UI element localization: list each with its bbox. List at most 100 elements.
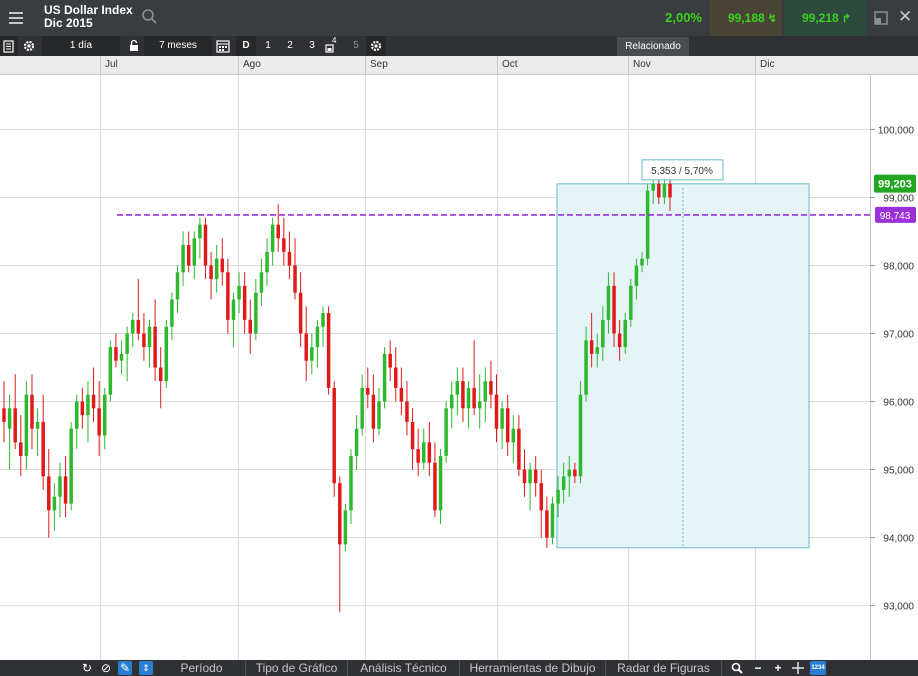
level-price-badge: 98,743 <box>875 206 916 223</box>
candle-body <box>444 408 448 456</box>
candle-body <box>394 367 398 388</box>
candle <box>220 238 225 286</box>
search-icon[interactable] <box>140 7 160 27</box>
candle-body <box>248 319 253 334</box>
candle <box>287 231 292 280</box>
lock-icon[interactable] <box>126 36 142 56</box>
tab-period[interactable]: Período <box>158 660 246 676</box>
candle-body <box>321 313 325 327</box>
price-tick-label: 93,000 <box>883 602 914 613</box>
zoom-in-icon[interactable]: + <box>771 661 785 675</box>
candle-body <box>41 421 45 477</box>
candle-body <box>612 285 616 334</box>
candle-body <box>421 442 426 463</box>
settings-gear-icon[interactable] <box>20 36 38 56</box>
candle-body <box>214 258 219 280</box>
view-5-button[interactable]: 5 <box>346 36 366 56</box>
month-tick <box>238 56 239 75</box>
candle <box>438 449 443 524</box>
candle <box>578 381 583 484</box>
sell-price-button[interactable]: 99,188 ↯ <box>710 0 782 36</box>
list-icon[interactable] <box>0 36 18 56</box>
buy-price-button[interactable]: 99,218 ↱ <box>784 0 866 36</box>
tab-technical-analysis[interactable]: Análisis Técnico <box>348 660 460 676</box>
candle <box>360 374 364 436</box>
candle-body <box>298 292 303 334</box>
candle <box>158 347 163 409</box>
candle-body <box>410 421 415 450</box>
candle-body <box>220 258 225 273</box>
up-down-arrows-icon[interactable]: ⇕ <box>139 661 153 675</box>
date-axis: Jul Ago Sep Oct Nov Dic <box>0 56 918 75</box>
zoom-out-icon[interactable]: − <box>751 661 765 675</box>
related-button[interactable]: Relacionado <box>617 37 689 56</box>
candle <box>388 340 392 382</box>
pencil-icon[interactable]: ✎ <box>118 661 132 675</box>
candle <box>153 299 157 382</box>
candle <box>136 279 141 341</box>
chart-window: US Dollar Index Dic 2015 2,00% 99,188 ↯ 9… <box>0 0 918 676</box>
candle-body <box>2 408 6 422</box>
candle <box>41 394 45 490</box>
candle-body <box>668 183 672 198</box>
chart-toolbar: 1 día 7 meses D 1 2 3 4 5 Relacionado <box>0 36 918 56</box>
candle <box>427 421 432 477</box>
tab-drawing-tools[interactable]: Herramientas de Dibujo <box>460 660 606 676</box>
data-counter-icon[interactable]: 1234 <box>810 661 826 675</box>
detach-window-icon[interactable] <box>872 9 890 27</box>
candle-body <box>371 394 376 429</box>
candle-body <box>645 190 650 259</box>
candle-body <box>455 381 460 395</box>
month-tick <box>628 56 629 75</box>
candle-body <box>315 326 320 348</box>
view-1-button[interactable]: 1 <box>258 36 278 56</box>
candle <box>466 381 471 429</box>
candle-body <box>80 401 85 416</box>
candle-body <box>158 367 163 382</box>
candle <box>231 292 236 348</box>
chart-settings-gear-icon[interactable] <box>366 36 386 56</box>
candle-body <box>259 272 264 293</box>
refresh-icon[interactable]: ↻ <box>80 661 94 675</box>
candle <box>505 394 510 456</box>
calendar-icon[interactable] <box>214 36 232 56</box>
candle <box>69 421 73 511</box>
candle-body <box>539 483 544 511</box>
view-3-button[interactable]: 3 <box>302 36 322 56</box>
price-tick-label: 98,000 <box>883 261 914 272</box>
no-entry-icon[interactable]: ⊘ <box>99 661 113 675</box>
view-d-button[interactable]: D <box>236 36 256 56</box>
candle <box>545 496 549 548</box>
candle <box>63 455 68 518</box>
current-price-badge: 99,203 <box>874 174 916 193</box>
candle-body <box>511 428 516 443</box>
candle-body <box>326 313 331 388</box>
candle <box>500 401 504 450</box>
tab-chart-type[interactable]: Tipo de Gráfico <box>246 660 348 676</box>
candle-body <box>399 387 404 402</box>
candle-body <box>47 476 51 511</box>
view-4-button[interactable]: 4 <box>324 36 342 56</box>
instrument-title: US Dollar Index Dic 2015 <box>44 4 133 30</box>
buy-price: 99,218 <box>802 11 839 25</box>
price-chart[interactable]: 5,353 / 5,70% 100,000 99,000 98,000 97,000 9… <box>0 75 918 660</box>
candle <box>24 381 29 470</box>
candle <box>130 313 135 348</box>
candle-body <box>466 387 471 409</box>
hamburger-menu-icon[interactable] <box>0 0 32 36</box>
close-icon[interactable]: ✕ <box>898 7 918 27</box>
interval-select[interactable]: 1 día <box>42 36 120 56</box>
view-2-button[interactable]: 2 <box>280 36 300 56</box>
candle <box>282 217 286 266</box>
candle <box>19 415 23 477</box>
candle <box>461 367 465 422</box>
tab-pattern-radar[interactable]: Radar de Figuras <box>606 660 722 676</box>
candle-body <box>651 183 655 191</box>
zoom-search-icon[interactable] <box>730 661 744 675</box>
candle-body <box>170 299 174 327</box>
range-select[interactable]: 7 meses <box>144 36 212 56</box>
crosshair-icon[interactable] <box>791 661 805 675</box>
candle-body <box>595 347 599 354</box>
candle <box>321 306 325 348</box>
candle-body <box>125 333 129 354</box>
